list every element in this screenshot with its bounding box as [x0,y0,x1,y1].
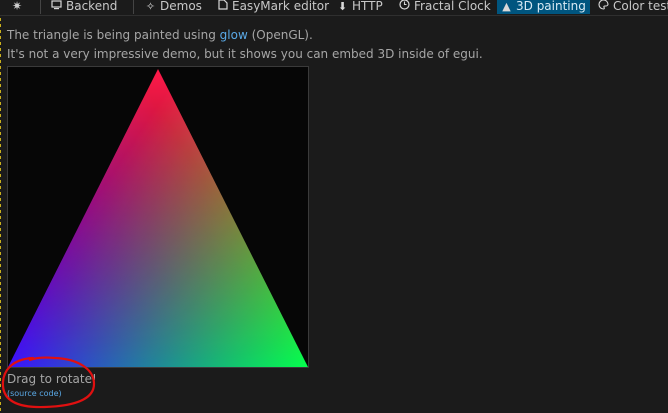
computer-icon [51,0,62,14]
palette-icon [598,0,609,14]
demos-icon: ✧ [145,0,156,13]
download-icon: ⬇ [337,0,348,13]
document-icon [217,0,228,14]
gear-icon: ✷ [11,0,23,13]
app-window: ✷ Backend ✧ Demos EasyMark editor ⬇ HTTP [0,0,668,413]
tab-3d-painting[interactable]: ▲ 3D painting [497,0,590,14]
frame-edge [0,0,1,413]
3d-canvas[interactable] [7,66,309,368]
top-bar: ✷ Backend ✧ Demos EasyMark editor ⬇ HTTP [0,0,668,16]
description-text: (OpenGL). [247,28,313,42]
triangle-icon: ▲ [502,0,511,13]
separator [133,0,134,14]
glow-link[interactable]: glow [220,28,248,42]
tab-demos[interactable]: ✧ Demos [141,0,206,14]
description-line-1: The triangle is being painted using glow… [7,28,313,42]
menu-button[interactable]: ✷ [10,0,24,13]
tab-label: HTTP [352,0,383,13]
tab-easymark-editor[interactable]: EasyMark editor [213,0,333,14]
tab-label: Color test [613,0,668,13]
tab-label: EasyMark editor [232,0,330,13]
clock-icon [399,0,410,14]
tab-backend[interactable]: Backend [47,0,121,14]
separator [40,0,41,14]
description-text: The triangle is being painted using [7,28,220,42]
description-line-2: It's not a very impressive demo, but it … [7,47,483,61]
tab-label: Demos [160,0,202,13]
tab-label: Backend [66,0,118,13]
drag-hint: Drag to rotate! [7,372,97,386]
tab-label: Fractal Clock [414,0,491,13]
tab-color-test[interactable]: Color test [594,0,668,14]
tab-http[interactable]: ⬇ HTTP [333,0,387,14]
triangle-render [8,69,308,367]
tab-fractal-clock[interactable]: Fractal Clock [395,0,495,14]
tab-label: 3D painting [516,0,586,13]
source-code-link[interactable]: (source code) [7,389,62,398]
